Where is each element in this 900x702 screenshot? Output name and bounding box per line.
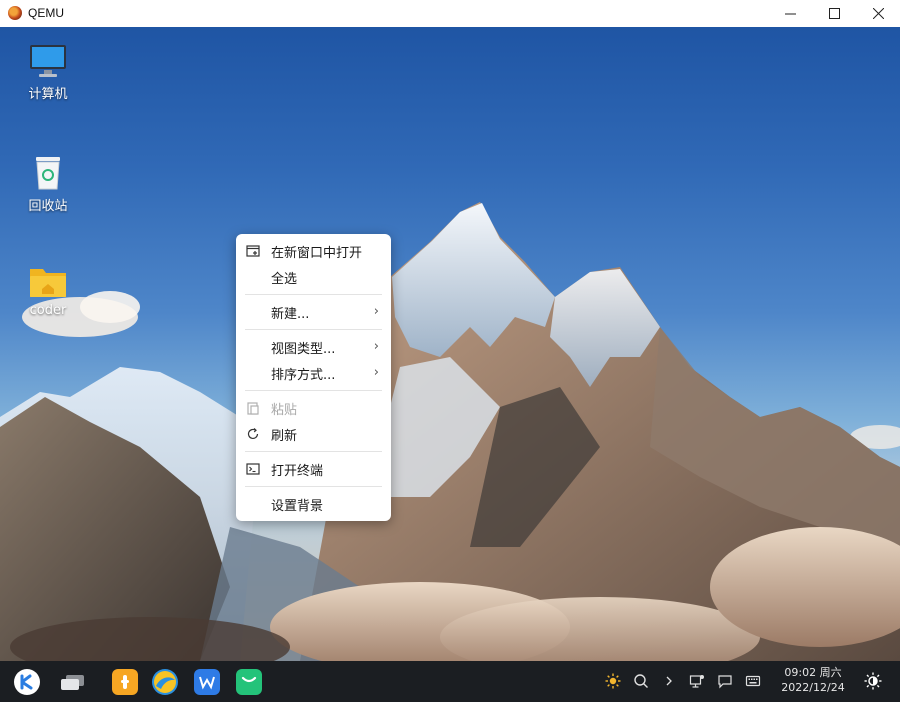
- menu-item-open-terminal[interactable]: 打开终端: [236, 456, 391, 482]
- maximize-icon: [828, 7, 840, 19]
- multitask-view-icon: [61, 675, 84, 690]
- close-icon: [872, 7, 884, 19]
- notification-icon[interactable]: [717, 673, 733, 689]
- new-window-icon: [246, 245, 260, 257]
- multitask-view-button[interactable]: [60, 669, 86, 695]
- menu-separator: [245, 451, 382, 452]
- desktop[interactable]: 计算机 回收站 coder 在新窗口中打开 全选 新建... › 视图类型...…: [0, 27, 900, 661]
- qemu-app-icon: [8, 6, 22, 20]
- wallpaper-mountain: [0, 202, 900, 661]
- window-title: QEMU: [28, 6, 64, 20]
- menu-item-label: 全选: [271, 271, 298, 287]
- menu-item-view-type[interactable]: 视图类型... ›: [236, 334, 391, 360]
- browser-button[interactable]: [152, 669, 178, 695]
- desktop-icon-label: 计算机: [28, 87, 68, 102]
- submenu-arrow-icon: ›: [373, 365, 379, 380]
- app-store-button[interactable]: [112, 669, 138, 695]
- search-icon[interactable]: [633, 673, 649, 689]
- menu-item-label: 粘贴: [271, 402, 298, 418]
- menu-item-open-in-new-window[interactable]: 在新窗口中打开: [236, 238, 391, 264]
- menu-item-new[interactable]: 新建... ›: [236, 299, 391, 325]
- maximize-button[interactable]: [812, 0, 856, 26]
- network-icon[interactable]: [689, 673, 705, 689]
- menu-item-label: 打开终端: [271, 463, 324, 479]
- close-button[interactable]: [856, 0, 900, 26]
- submenu-arrow-icon: ›: [373, 339, 379, 354]
- menu-item-select-all[interactable]: 全选: [236, 264, 391, 290]
- menu-item-label: 新建...: [271, 306, 310, 322]
- menu-item-label: 设置背景: [271, 498, 324, 514]
- title-bar: QEMU: [0, 0, 900, 26]
- clock-time: 09:02 周六: [784, 666, 842, 679]
- menu-item-paste: 粘贴: [236, 395, 391, 421]
- refresh-icon: [247, 428, 259, 440]
- terminal-icon: [246, 463, 260, 475]
- window-controls: [768, 0, 900, 26]
- taskbar: 09:02 周六 2022/12/24: [0, 661, 900, 702]
- menu-item-label: 视图类型...: [271, 341, 336, 357]
- wps-office-icon: [199, 676, 215, 690]
- minimize-icon: [784, 13, 796, 14]
- clock-date: 2022/12/24: [781, 681, 845, 694]
- paste-icon: [247, 402, 259, 415]
- menu-separator: [245, 294, 382, 295]
- desktop-icon-label: 回收站: [28, 199, 68, 214]
- submenu-arrow-icon: ›: [373, 304, 379, 319]
- keyboard-icon[interactable]: [745, 673, 761, 689]
- menu-separator: [245, 329, 382, 330]
- menu-item-label: 在新窗口中打开: [271, 245, 363, 261]
- menu-item-set-wallpaper[interactable]: 设置背景: [236, 491, 391, 517]
- menu-separator: [245, 486, 382, 487]
- menu-item-label: 刷新: [271, 428, 298, 444]
- home-folder-icon: [30, 269, 66, 297]
- app-store-icon: [121, 675, 129, 689]
- chat-app-icon: [241, 676, 257, 683]
- desktop-icon-computer[interactable]: 计算机: [8, 43, 88, 102]
- menu-item-sort-by[interactable]: 排序方式... ›: [236, 360, 391, 386]
- trash-icon: [36, 157, 60, 190]
- computer-icon: [30, 45, 66, 77]
- desktop-context-menu: 在新窗口中打开 全选 新建... › 视图类型... › 排序方式... › 粘…: [236, 234, 391, 521]
- menu-item-label: 排序方式...: [271, 367, 336, 383]
- menu-separator: [245, 390, 382, 391]
- menu-item-refresh[interactable]: 刷新: [236, 421, 391, 447]
- desktop-icon-home-folder[interactable]: coder: [8, 265, 88, 318]
- minimize-button[interactable]: [768, 0, 812, 26]
- desktop-icon-label: coder: [29, 303, 67, 318]
- start-menu-icon: [20, 674, 33, 690]
- taskbar-clock[interactable]: 09:02 周六 2022/12/24: [780, 665, 846, 695]
- brightness-icon[interactable]: [605, 673, 621, 689]
- theme-toggle-icon[interactable]: [864, 672, 882, 690]
- browser-icon: [154, 671, 176, 693]
- qemu-window: QEMU 计算机 回收站 coder 在新窗口中打开 全选 新建... › 视图…: [0, 0, 900, 702]
- start-menu-button[interactable]: [14, 669, 40, 695]
- desktop-icon-trash[interactable]: 回收站: [8, 153, 88, 214]
- chat-app-button[interactable]: [236, 669, 262, 695]
- wps-office-button[interactable]: [194, 669, 220, 695]
- expand-tray-icon[interactable]: [661, 673, 677, 689]
